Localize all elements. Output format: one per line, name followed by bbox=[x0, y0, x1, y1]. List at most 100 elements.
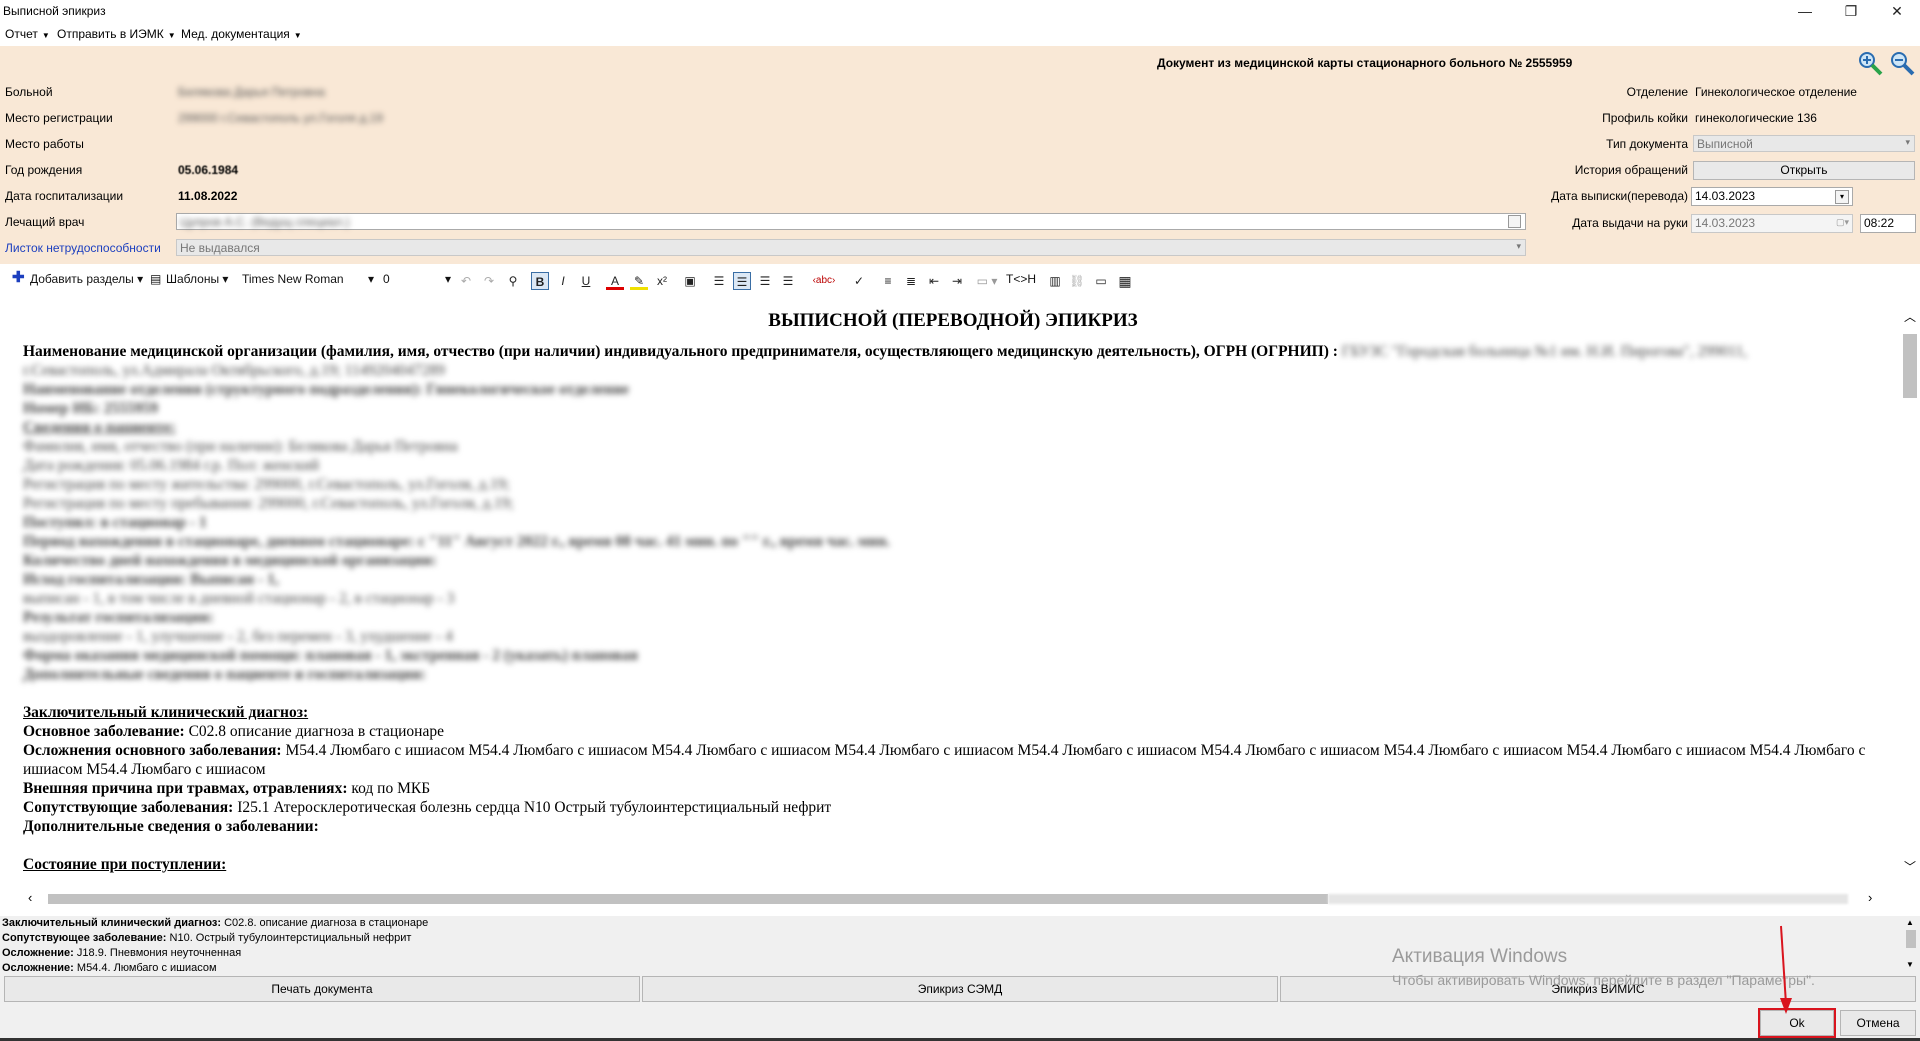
close-icon[interactable]: ✕ bbox=[1874, 0, 1920, 22]
zoom-in-icon[interactable] bbox=[1856, 50, 1884, 76]
minimize-icon[interactable]: — bbox=[1782, 0, 1828, 22]
scroll-left-icon[interactable]: ‹ bbox=[28, 890, 32, 905]
text-replace-button[interactable]: Т<>Н bbox=[1006, 272, 1036, 286]
patient-value: Белякова Дарья Петровна bbox=[178, 85, 325, 99]
document-editor[interactable]: ВЫПИСНОЙ (ПЕРЕВОДНОЙ) ЭПИКРИЗ Наименован… bbox=[12, 298, 1900, 890]
justify-icon[interactable]: ☰ bbox=[779, 272, 797, 290]
activation-watermark-subtitle: Чтобы активировать Windows, перейдите в … bbox=[1392, 972, 1815, 988]
blurred-line: Исход госпитализации: Выписан - 1, bbox=[23, 571, 279, 588]
editor-horizontal-scrollbar[interactable]: ‹ › bbox=[12, 890, 1900, 908]
highlight-icon[interactable]: ✎ bbox=[630, 272, 648, 290]
doctor-field[interactable]: Цупров А.С. (Ведущ специал.) bbox=[176, 213, 1526, 230]
sick-leave-select[interactable]: Не выдавался ▾ bbox=[176, 239, 1526, 256]
zoom-out-icon[interactable] bbox=[1888, 50, 1916, 76]
title-bar: Выписной эпикриз — ❐ ✕ bbox=[0, 0, 1920, 22]
doctor-label: Лечащий врач bbox=[5, 215, 85, 229]
field-icon[interactable]: ▭ bbox=[1092, 272, 1110, 290]
summary-line: Заключительный клинический диагноз: C02.… bbox=[2, 917, 429, 929]
blurred-line: выписан - 1, в том числе в дневной стаци… bbox=[23, 590, 455, 607]
blurred-line: Поступил: в стационар - 1 bbox=[23, 514, 207, 531]
activation-watermark-title: Активация Windows bbox=[1392, 946, 1568, 967]
templates-button[interactable]: Шаблоны ▾ bbox=[166, 272, 228, 286]
align-left-icon[interactable]: ☰ bbox=[710, 272, 728, 290]
epicrisis-semd-button[interactable]: Эпикриз СЭМД bbox=[642, 976, 1278, 1002]
caret-down-icon: ▼ bbox=[167, 31, 176, 40]
calendar-icon[interactable]: ▢▾ bbox=[1836, 217, 1849, 228]
diagnosis-summary: Заключительный клинический диагноз: C02.… bbox=[0, 916, 1902, 974]
undo-icon[interactable]: ↶ bbox=[457, 272, 475, 290]
scroll-up-icon[interactable]: ︿ bbox=[1904, 308, 1916, 325]
patient-label: Больной bbox=[5, 85, 53, 99]
doc-type-select[interactable]: Выписной ▾ bbox=[1693, 135, 1915, 152]
underline-button[interactable]: U bbox=[577, 272, 595, 290]
open-history-button[interactable]: Открыть bbox=[1693, 161, 1915, 180]
handout-date-field[interactable]: 14.03.2023 ▢▾ bbox=[1691, 214, 1853, 233]
menu-report[interactable]: Отчет ▼ bbox=[5, 27, 50, 41]
outdent-icon[interactable]: ⇤ bbox=[925, 272, 943, 290]
font-size-select[interactable]: 0 ▾ bbox=[383, 272, 451, 286]
font-select[interactable]: Times New Roman ▾ bbox=[242, 272, 374, 286]
window-title: Выписной эпикриз bbox=[3, 4, 106, 18]
annotation-arrow-icon bbox=[1780, 925, 1792, 1014]
scroll-down-icon[interactable]: ﹀ bbox=[1904, 858, 1916, 875]
complications-line: Осложнения основного заболевания: M54.4 … bbox=[23, 742, 1866, 778]
document-body: ВЫПИСНОЙ (ПЕРЕВОДНОЙ) ЭПИКРИЗ Наименован… bbox=[23, 298, 1883, 874]
indent-icon[interactable]: ⇥ bbox=[948, 272, 966, 290]
hosp-date-value: 11.08.2022 bbox=[178, 189, 238, 203]
scroll-right-icon[interactable]: › bbox=[1868, 890, 1872, 905]
redo-icon[interactable]: ↷ bbox=[480, 272, 498, 290]
menu-med-docs[interactable]: Мед. документация ▼ bbox=[181, 27, 302, 41]
spellcheck-icon[interactable]: ✓ bbox=[850, 272, 868, 290]
doc-type-label: Тип документа bbox=[1606, 137, 1688, 151]
superscript-icon[interactable]: x² bbox=[653, 272, 671, 290]
restore-icon[interactable]: ❐ bbox=[1828, 0, 1874, 22]
menu-send-iemk[interactable]: Отправить в ИЭМК ▼ bbox=[57, 27, 176, 41]
scroll-down-icon[interactable]: ▼ bbox=[1906, 960, 1914, 969]
scroll-up-icon[interactable]: ▲ bbox=[1906, 918, 1914, 927]
font-color-icon[interactable]: A bbox=[606, 272, 624, 290]
italic-button[interactable]: I bbox=[554, 272, 572, 290]
paragraph-style-icon[interactable]: ▭ ▾ bbox=[972, 272, 1002, 290]
align-right-icon[interactable]: ☰ bbox=[756, 272, 774, 290]
dialog-footer: Ok Отмена bbox=[0, 1004, 1920, 1041]
bullet-list-icon[interactable]: ≣ bbox=[902, 272, 920, 290]
clipboard-icon[interactable]: ▥ bbox=[1046, 272, 1064, 290]
handout-date-label: Дата выдачи на руки bbox=[1572, 216, 1688, 230]
doctor-select-icon[interactable] bbox=[1508, 215, 1521, 228]
find-icon[interactable]: ⚲ bbox=[504, 272, 522, 290]
add-icon[interactable]: ✚ bbox=[12, 268, 25, 286]
editor-vertical-scrollbar[interactable]: ︿ ﹀ bbox=[1900, 298, 1920, 890]
blurred-line: Номер ИБ: 2555959 bbox=[23, 400, 159, 417]
print-document-button[interactable]: Печать документа bbox=[4, 976, 640, 1002]
blurred-line: Регистрация по месту жительства: 299000,… bbox=[23, 476, 510, 493]
numbered-list-icon[interactable]: ≡ bbox=[879, 272, 897, 290]
sick-leave-link[interactable]: Листок нетрудоспособности bbox=[5, 241, 161, 255]
caret-down-icon: ▼ bbox=[293, 31, 302, 40]
blurred-line: Фамилия, имя, отчество (при наличии): Бе… bbox=[23, 438, 458, 455]
handout-time-field[interactable]: 08:22 bbox=[1860, 214, 1916, 233]
blurred-line: Количество дней нахождения в медицинской… bbox=[23, 552, 437, 569]
table-icon[interactable]: ▦ bbox=[1116, 272, 1134, 290]
bold-button[interactable]: B bbox=[531, 272, 549, 290]
bed-profile-value: гинекологические 136 bbox=[1695, 111, 1817, 125]
birth-year-label: Год рождения bbox=[5, 163, 83, 177]
scroll-thumb[interactable] bbox=[1906, 930, 1916, 948]
blurred-line: выздоровление - 1, улучшение - 2, без пе… bbox=[23, 628, 453, 645]
image-icon[interactable]: ▣ bbox=[681, 272, 699, 290]
strike-tag-icon[interactable]: ‹abc› bbox=[808, 272, 840, 290]
discharge-date-field[interactable]: 14.03.2023 ▾ bbox=[1691, 187, 1853, 206]
chevron-down-icon[interactable]: ▾ bbox=[1835, 190, 1849, 204]
hosp-date-label: Дата госпитализации bbox=[5, 189, 124, 203]
caret-down-icon: ▼ bbox=[41, 31, 50, 40]
org-value: ГБУЗС "Городская больница №1 им. Н.И. Пи… bbox=[1341, 343, 1748, 360]
document-heading: ВЫПИСНОЙ (ПЕРЕВОДНОЙ) ЭПИКРИЗ bbox=[768, 310, 1138, 331]
blurred-line: Дата рождения: 05.06.1984 г.р. Пол: женс… bbox=[23, 457, 320, 474]
reg-place-label: Место регистрации bbox=[5, 111, 113, 125]
link-icon[interactable]: ⛓ bbox=[1068, 272, 1086, 290]
summary-scrollbar[interactable]: ▲ ▼ bbox=[1902, 916, 1920, 974]
h-scroll-thumb[interactable] bbox=[48, 894, 1328, 904]
scroll-thumb[interactable] bbox=[1903, 334, 1917, 398]
cancel-button[interactable]: Отмена bbox=[1840, 1010, 1916, 1036]
align-center-icon[interactable]: ☰ bbox=[733, 272, 751, 290]
add-sections-button[interactable]: Добавить разделы ▾ bbox=[30, 272, 143, 286]
